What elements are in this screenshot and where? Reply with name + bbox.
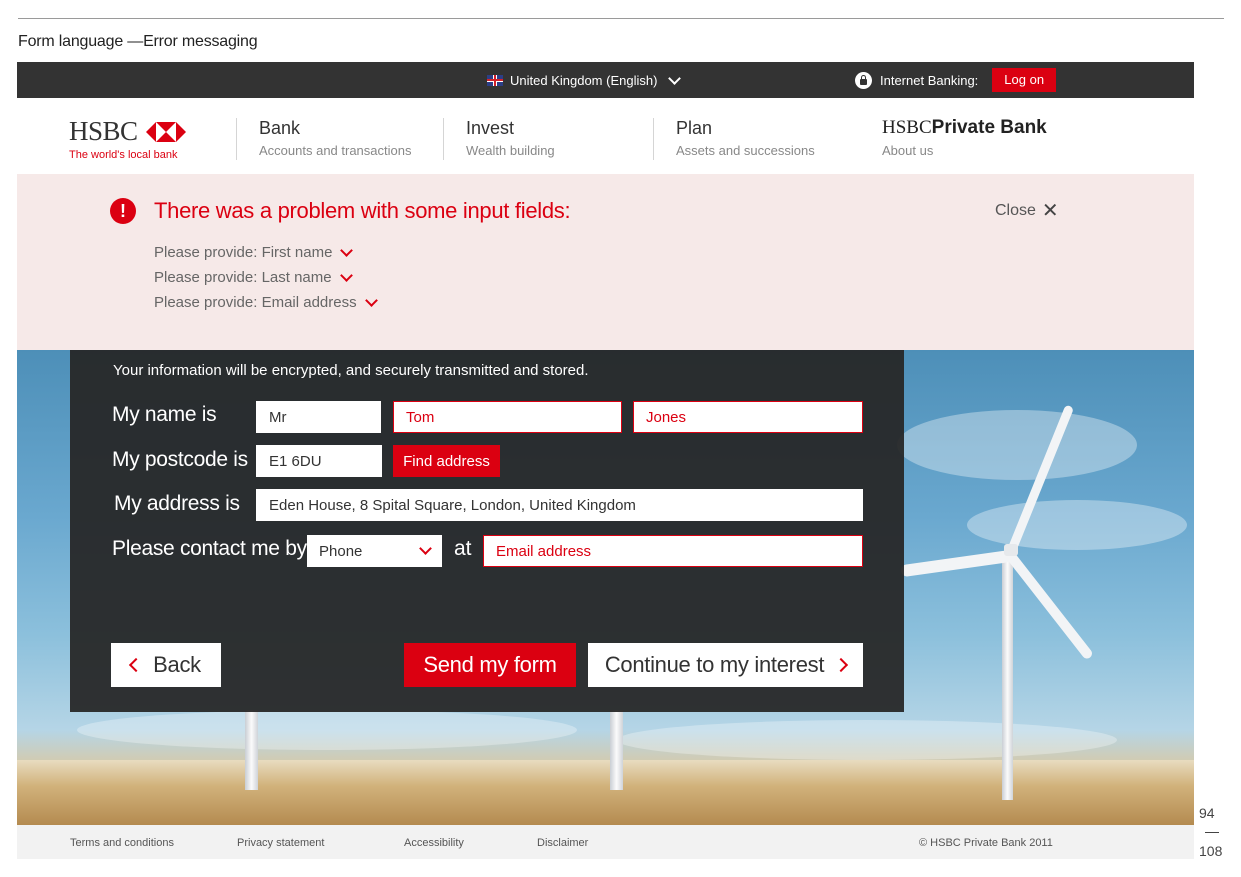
region-selector[interactable]: United Kingdom (English)	[487, 62, 682, 98]
error-panel: ! There was a problem with some input fi…	[17, 174, 1194, 350]
email-field[interactable]: Email address	[483, 535, 863, 567]
hexagon-logo-icon	[145, 121, 186, 142]
close-icon: ✕	[1041, 200, 1059, 222]
contact-method-value: Phone	[319, 542, 363, 560]
name-label: My name is	[112, 403, 217, 426]
nav-item-private-bank[interactable]: HSBCPrivate Bank About us	[882, 117, 1047, 159]
internet-banking-label: Internet Banking:	[880, 72, 979, 88]
hsbc-logo[interactable]: HSBC The world's local bank	[69, 116, 186, 161]
chevron-left-icon	[129, 657, 144, 673]
brand-tagline: The world's local bank	[69, 149, 178, 161]
error-title: There was a problem with some input fiel…	[154, 198, 571, 223]
chevron-right-icon	[834, 657, 849, 673]
page-number-total: 108	[1199, 843, 1223, 859]
region-label: United Kingdom (English)	[510, 72, 658, 88]
footer-link-privacy[interactable]: Privacy statement	[237, 837, 324, 849]
first-name-field[interactable]: Tom	[393, 401, 622, 433]
send-form-button[interactable]: Send my form	[404, 643, 576, 687]
error-item-last-name[interactable]: Please provide: Last name	[154, 265, 376, 290]
contact-label: Please contact me by	[112, 537, 307, 560]
private-bank-suffix: Private Bank	[931, 117, 1047, 138]
log-on-button[interactable]: Log on	[992, 68, 1057, 92]
chevron-down-icon	[339, 268, 353, 282]
nav-item-subtitle: About us	[882, 143, 934, 158]
nav-item-subtitle: Wealth building	[466, 143, 555, 158]
private-bank-prefix: HSBC	[882, 117, 932, 138]
page-number-current: 94	[1199, 805, 1215, 821]
address-label: My address is	[114, 492, 240, 515]
screen-mockup: United Kingdom (English) Internet Bankin…	[17, 62, 1194, 859]
copyright: © HSBC Private Bank 2011	[919, 837, 1053, 849]
chevron-down-icon	[340, 243, 354, 257]
close-button[interactable]: Close ✕	[995, 200, 1059, 222]
nav-item-title: Bank	[259, 118, 301, 138]
error-list: Please provide: First name Please provid…	[154, 240, 378, 315]
footer-link-terms[interactable]: Terms and conditions	[70, 837, 174, 849]
footer: Terms and conditions Privacy statement A…	[17, 825, 1194, 859]
postcode-field[interactable]: E1 6DU	[256, 445, 382, 477]
brand-name: HSBC	[69, 116, 138, 146]
encryption-note: Your information will be encrypted, and …	[113, 362, 589, 379]
page-number-divider	[1205, 832, 1219, 833]
footer-link-accessibility[interactable]: Accessibility	[404, 837, 464, 849]
title-field[interactable]: Mr	[256, 401, 381, 433]
document-title: Form language —Error messaging	[18, 33, 258, 50]
nav-item-invest[interactable]: Invest Wealth building	[443, 118, 555, 160]
nav-item-bank[interactable]: Bank Accounts and transactions	[236, 118, 411, 160]
internet-banking: Internet Banking: Log on	[855, 62, 1057, 98]
chevron-down-icon	[419, 542, 432, 555]
main-navigation: HSBC The world's local bank Bank Account…	[17, 98, 1194, 174]
error-icon: !	[110, 198, 136, 224]
contact-method-select[interactable]: Phone	[307, 535, 442, 567]
close-label: Close	[995, 202, 1036, 219]
at-label: at	[454, 537, 472, 560]
back-button[interactable]: Back	[111, 643, 221, 687]
lock-icon	[855, 71, 872, 89]
nav-item-subtitle: Assets and successions	[676, 143, 815, 158]
nav-item-title: Plan	[676, 118, 713, 138]
nav-item-title: Invest	[466, 118, 515, 138]
continue-button[interactable]: Continue to my interest	[588, 643, 863, 687]
error-item-first-name[interactable]: Please provide: First name	[154, 240, 376, 265]
postcode-label: My postcode is	[112, 448, 248, 471]
top-divider	[18, 18, 1224, 19]
last-name-field[interactable]: Jones	[633, 401, 863, 433]
nav-item-plan[interactable]: Plan Assets and successions	[653, 118, 815, 160]
address-field[interactable]: Eden House, 8 Spital Square, London, Uni…	[256, 489, 863, 521]
chevron-down-icon	[668, 71, 682, 85]
error-item-email[interactable]: Please provide: Email address	[154, 290, 378, 315]
find-address-button[interactable]: Find address	[393, 445, 500, 477]
footer-link-disclaimer[interactable]: Disclaimer	[537, 837, 588, 849]
top-bar: United Kingdom (English) Internet Bankin…	[17, 62, 1194, 98]
chevron-down-icon	[364, 293, 378, 307]
uk-flag-icon	[487, 74, 503, 86]
nav-item-subtitle: Accounts and transactions	[259, 143, 412, 158]
contact-form: Your information will be encrypted, and …	[70, 350, 904, 712]
